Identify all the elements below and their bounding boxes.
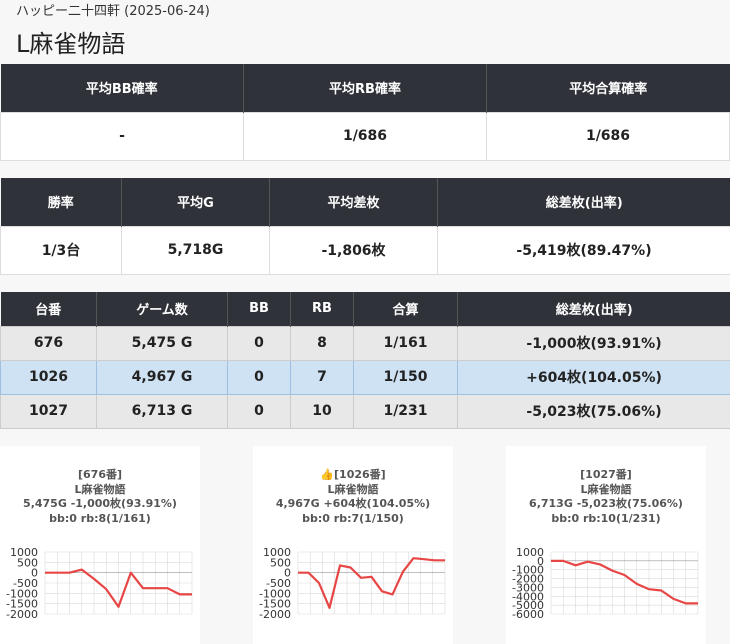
bb-count: 0 [227, 359, 291, 395]
games: 4,967 G [96, 359, 228, 395]
col-machine-no: 台番 [0, 292, 97, 326]
total-diff: -5,023枚(75.06%) [457, 393, 730, 429]
total-diff: -1,000枚(93.91%) [457, 325, 730, 361]
card-machine-name: L麻雀物語 [580, 482, 632, 496]
card-result: 4,967G +604枚(104.05%) [275, 497, 431, 510]
avg-bb-header: 平均BB確率 [0, 64, 244, 112]
total-diff: +604枚(104.05%) [457, 359, 730, 395]
combined-prob: 1/231 [353, 393, 458, 429]
col-bb: BB [227, 292, 291, 326]
rb-count: 7 [290, 359, 354, 395]
machine-no: 1026 [0, 359, 97, 395]
avg-rb-header: 平均RB確率 [243, 64, 487, 112]
card-caption: [676番] L麻雀物語 5,475G -1,000枚(93.91%) bb:0… [0, 468, 200, 526]
total-diff-header: 総差枚(出率) [437, 178, 730, 226]
diff-chart-1026: 10005000-500-1000-1500-2000 [259, 546, 446, 621]
machine-card-1026[interactable]: 👍[1026番] L麻雀物語 4,967G +604枚(104.05%) bb:… [253, 446, 453, 644]
col-combined: 合算 [353, 292, 458, 326]
y-tick-label: -2000 [6, 608, 38, 621]
total-diff-value: -5,419枚(89.47%) [437, 225, 730, 275]
table-row[interactable]: 676 5,475 G 0 8 1/161 -1,000枚(93.91%) [0, 325, 730, 361]
col-total-diff: 総差枚(出率) [457, 292, 730, 326]
diff-chart-676: 10005000-500-1000-1500-2000 [6, 546, 193, 621]
avg-combined-value: 1/686 [486, 111, 730, 161]
machine-card-676[interactable]: [676番] L麻雀物語 5,475G -1,000枚(93.91%) bb:0… [0, 446, 200, 644]
machine-table: 台番 ゲーム数 BB RB 合算 総差枚(出率) 676 5,475 G 0 8… [0, 292, 730, 429]
avg-games-value: 5,718G [121, 225, 270, 275]
y-tick-label: -6000 [512, 608, 544, 621]
table-row[interactable]: 1027 6,713 G 0 10 1/231 -5,023枚(75.06%) [0, 393, 730, 429]
combined-prob: 1/161 [353, 325, 458, 361]
machine-no: 676 [0, 325, 97, 361]
card-bonus: bb:0 rb:8(1/161) [49, 511, 151, 525]
avg-diff-header: 平均差枚 [269, 178, 438, 226]
bb-count: 0 [227, 325, 291, 361]
y-tick-label: -2000 [259, 608, 291, 621]
machine-no: 1027 [0, 393, 97, 429]
card-machine-no: [1027番] [580, 468, 632, 481]
card-machine-no: 👍[1026番] [320, 468, 386, 481]
probability-summary-table: 平均BB確率 平均RB確率 平均合算確率 - 1/686 1/686 [0, 64, 730, 161]
store-date: ハッピー二十四軒 (2025-06-24) [16, 4, 210, 19]
result-summary-table: 勝率 平均G 平均差枚 総差枚(出率) 1/3台 5,718G -1,806枚 … [0, 178, 730, 275]
avg-diff-value: -1,806枚 [269, 225, 438, 275]
avg-combined-header: 平均合算確率 [486, 64, 730, 112]
card-result: 5,475G -1,000枚(93.91%) [23, 497, 177, 510]
card-caption: [1027番] L麻雀物語 6,713G -5,023枚(75.06%) bb:… [506, 468, 706, 526]
avg-bb-value: - [0, 111, 244, 161]
win-rate-header: 勝率 [0, 178, 122, 226]
col-games: ゲーム数 [96, 292, 228, 326]
combined-prob: 1/150 [353, 359, 458, 395]
table-row[interactable]: 1026 4,967 G 0 7 1/150 +604枚(104.05%) [0, 359, 730, 395]
avg-rb-value: 1/686 [243, 111, 487, 161]
win-rate-value: 1/3台 [0, 225, 122, 275]
card-machine-no: [676番] [77, 468, 123, 481]
bb-count: 0 [227, 393, 291, 429]
col-rb: RB [290, 292, 354, 326]
avg-games-header: 平均G [121, 178, 270, 226]
page-title: L麻雀物語 [16, 30, 126, 58]
card-machine-name: L麻雀物語 [74, 482, 126, 496]
diff-chart-1027: 10000-1000-2000-3000-4000-5000-6000 [512, 546, 699, 621]
card-result: 6,713G -5,023枚(75.06%) [529, 497, 683, 510]
card-bonus: bb:0 rb:10(1/231) [551, 511, 661, 525]
games: 5,475 G [96, 325, 228, 361]
card-bonus: bb:0 rb:7(1/150) [302, 511, 404, 525]
rb-count: 8 [290, 325, 354, 361]
card-machine-name: L麻雀物語 [327, 482, 379, 496]
rb-count: 10 [290, 393, 354, 429]
card-caption: 👍[1026番] L麻雀物語 4,967G +604枚(104.05%) bb:… [253, 468, 453, 526]
games: 6,713 G [96, 393, 228, 429]
machine-card-1027[interactable]: [1027番] L麻雀物語 6,713G -5,023枚(75.06%) bb:… [506, 446, 706, 644]
